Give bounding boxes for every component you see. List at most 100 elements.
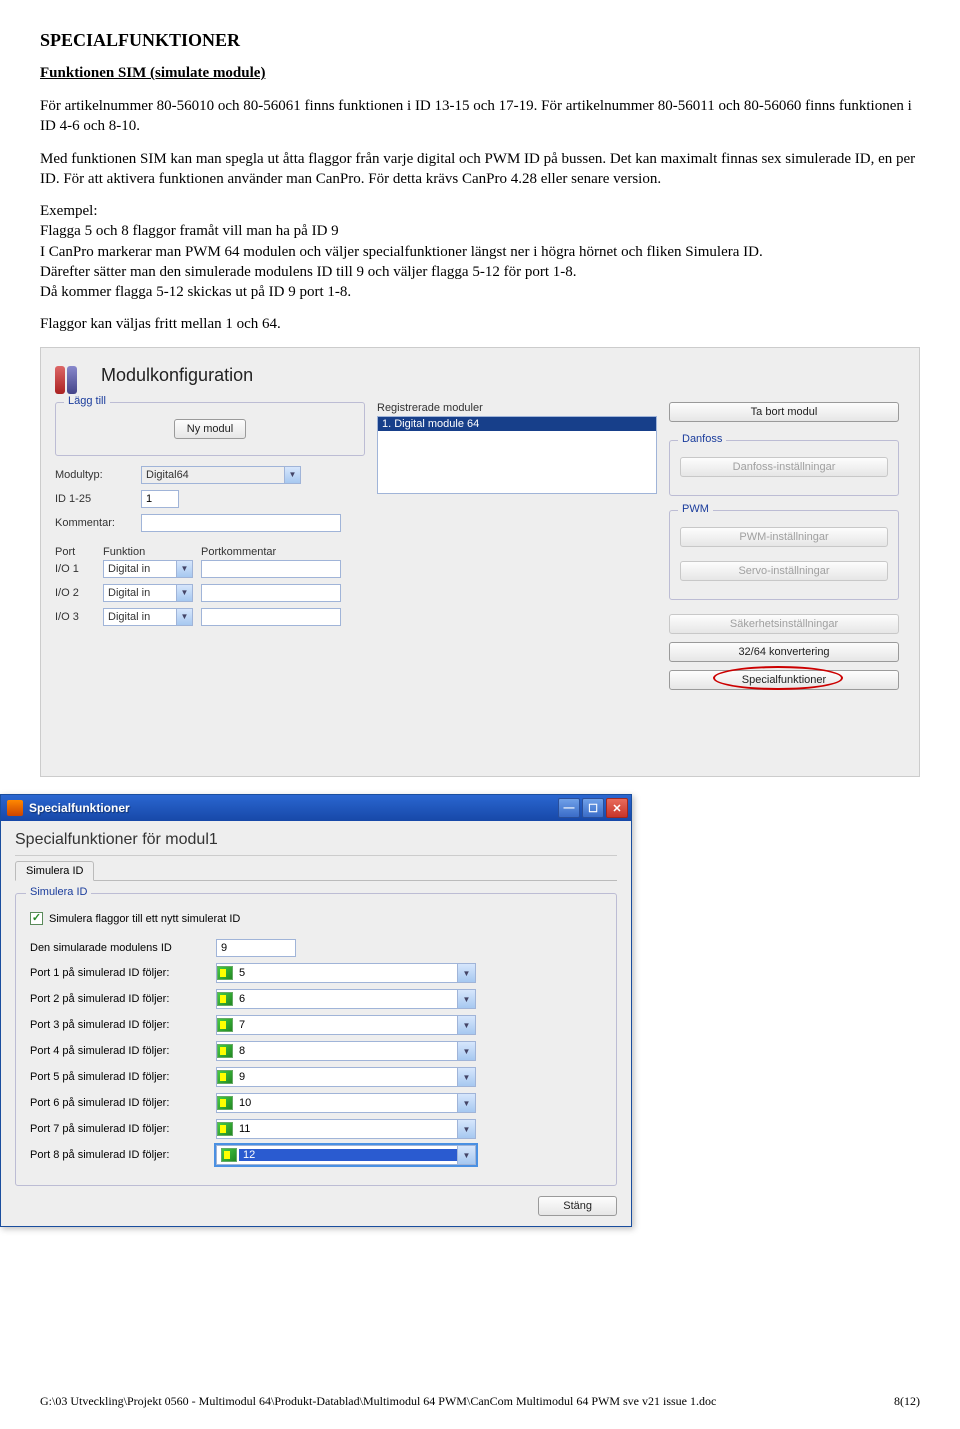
port-function-select[interactable]: Digital in▼ xyxy=(103,608,193,626)
port-follow-label: Port 7 på simulerad ID följer: xyxy=(30,1123,210,1135)
port-follow-select[interactable]: 7▼ xyxy=(216,1015,476,1035)
port-row: I/O 3Digital in▼ xyxy=(55,608,365,626)
port-follow-value: 5 xyxy=(235,967,457,979)
chevron-down-icon: ▼ xyxy=(176,609,192,625)
simulate-checkbox[interactable]: ✓ xyxy=(30,912,43,925)
flag-icon xyxy=(217,1044,233,1058)
footer-path: G:\03 Utveckling\Projekt 0560 - Multimod… xyxy=(40,1394,716,1409)
label-registered-modules: Registrerade moduler xyxy=(377,402,657,414)
document-body: SPECIALFUNKTIONER Funktionen SIM (simula… xyxy=(40,30,920,335)
port-follow-row: Port 2 på simulerad ID följer: 6▼ xyxy=(30,989,602,1009)
flag-icon xyxy=(221,1148,237,1162)
page-footer: G:\03 Utveckling\Projekt 0560 - Multimod… xyxy=(40,1394,920,1409)
chevron-down-icon: ▼ xyxy=(457,990,475,1008)
port-follow-select[interactable]: 12▼ xyxy=(216,1145,476,1165)
col-portkommentar: Portkommentar xyxy=(201,546,276,558)
port-follow-value: 11 xyxy=(235,1123,457,1135)
port-follow-row: Port 6 på simulerad ID följer: 10▼ xyxy=(30,1093,602,1113)
specialfunktioner-button[interactable]: Specialfunktioner xyxy=(669,670,899,690)
list-item[interactable]: 1. Digital module 64 xyxy=(378,417,656,431)
port-follow-row: Port 7 på simulerad ID följer: 11▼ xyxy=(30,1119,602,1139)
example-line-4: Då kommer flagga 5-12 skickas ut på ID 9… xyxy=(40,284,351,300)
module-id-input[interactable] xyxy=(141,490,179,508)
port-label: I/O 1 xyxy=(55,563,95,575)
port-row: I/O 2 Digital in ▼ xyxy=(55,584,365,602)
col-port: Port xyxy=(55,546,95,558)
port-label: I/O 2 xyxy=(55,587,95,599)
app-icon xyxy=(55,358,91,394)
paragraph-2: Med funktionen SIM kan man spegla ut ått… xyxy=(40,149,920,190)
port-follow-value: 7 xyxy=(235,1019,457,1031)
maximize-button[interactable]: ☐ xyxy=(582,798,604,818)
group-danfoss-legend: Danfoss xyxy=(678,433,726,445)
footer-page: 8(12) xyxy=(894,1394,920,1409)
conversion-button[interactable]: 32/64 konvertering xyxy=(669,642,899,662)
app-icon xyxy=(7,800,23,816)
port-follow-value: 9 xyxy=(235,1071,457,1083)
chevron-down-icon: ▼ xyxy=(457,1068,475,1086)
chevron-down-icon: ▼ xyxy=(176,561,192,577)
simulated-id-input[interactable] xyxy=(216,939,296,957)
paragraph-4: Flaggor kan väljas fritt mellan 1 och 64… xyxy=(40,314,920,334)
port-follow-row: Port 8 på simulerad ID följer:12▼ xyxy=(30,1145,602,1165)
port-function-value: Digital in xyxy=(108,587,150,599)
port-follow-label: Port 2 på simulerad ID följer: xyxy=(30,993,210,1005)
tab-simulera-id[interactable]: Simulera ID xyxy=(15,861,94,881)
group-simulera-legend: Simulera ID xyxy=(26,886,91,898)
paragraph-1: För artikelnummer 80-56010 och 80-56061 … xyxy=(40,96,920,137)
flag-icon xyxy=(217,1018,233,1032)
group-add-legend: Lägg till xyxy=(64,395,110,407)
port-follow-row: Port 3 på simulerad ID följer:7▼ xyxy=(30,1015,602,1035)
port-follow-select[interactable]: 11▼ xyxy=(216,1119,476,1139)
registered-modules-list[interactable]: 1. Digital module 64 xyxy=(377,416,657,494)
group-pwm: PWM PWM-inställningar Servo-inställninga… xyxy=(669,510,899,600)
chevron-down-icon: ▼ xyxy=(457,1016,475,1034)
flag-icon xyxy=(217,992,233,1006)
chevron-down-icon: ▼ xyxy=(457,1146,475,1164)
danfoss-settings-button: Danfoss-inställningar xyxy=(680,457,888,477)
chevron-down-icon: ▼ xyxy=(176,585,192,601)
subheading-sim: Funktionen SIM (simulate module) xyxy=(40,65,265,82)
dialog-titlebar[interactable]: Specialfunktioner — ☐ ✕ xyxy=(1,795,631,821)
new-module-button[interactable]: Ny modul xyxy=(174,419,246,439)
port-function-select[interactable]: Digital in ▼ xyxy=(103,584,193,602)
label-id: ID 1-25 xyxy=(55,493,133,505)
dialog-heading: Specialfunktioner för modul1 xyxy=(15,831,617,849)
heading-specialfunktioner: SPECIALFUNKTIONER xyxy=(40,30,920,51)
port-comment-input[interactable] xyxy=(201,608,341,626)
chevron-down-icon: ▼ xyxy=(457,1042,475,1060)
chevron-down-icon: ▼ xyxy=(457,1094,475,1112)
chevron-down-icon: ▼ xyxy=(457,1120,475,1138)
safety-settings-button: Säkerhetsinställningar xyxy=(669,614,899,634)
port-function-value: Digital in xyxy=(108,563,150,575)
close-dialog-button[interactable]: Stäng xyxy=(538,1196,617,1216)
port-follow-label: Port 6 på simulerad ID följer: xyxy=(30,1097,210,1109)
port-follow-select[interactable]: 9▼ xyxy=(216,1067,476,1087)
group-pwm-legend: PWM xyxy=(678,503,713,515)
col-funktion: Funktion xyxy=(103,546,193,558)
port-follow-value: 12 xyxy=(239,1149,457,1161)
port-follow-label: Port 4 på simulerad ID följer: xyxy=(30,1045,210,1057)
port-follow-select[interactable]: 5▼ xyxy=(216,963,476,983)
example-label: Exempel: xyxy=(40,203,97,219)
port-follow-select[interactable]: 10▼ xyxy=(216,1093,476,1113)
minimize-button[interactable]: — xyxy=(558,798,580,818)
port-follow-select[interactable]: 6▼ xyxy=(216,989,476,1009)
label-kommentar: Kommentar: xyxy=(55,517,133,529)
close-button[interactable]: ✕ xyxy=(606,798,628,818)
main-window: Modulkonfiguration Lägg till Ny modul Mo… xyxy=(40,347,920,777)
port-comment-input[interactable] xyxy=(201,560,341,578)
kommentar-input[interactable] xyxy=(141,514,341,532)
port-comment-input[interactable] xyxy=(201,584,341,602)
port-follow-row: Port 1 på simulerad ID följer:5▼ xyxy=(30,963,602,983)
remove-module-button[interactable]: Ta bort modul xyxy=(669,402,899,422)
chevron-down-icon: ▼ xyxy=(457,964,475,982)
pwm-settings-button: PWM-inställningar xyxy=(680,527,888,547)
tab-row: Simulera ID xyxy=(15,860,617,881)
specialfunktioner-dialog: Specialfunktioner — ☐ ✕ Specialfunktione… xyxy=(0,794,632,1227)
main-window-title: Modulkonfiguration xyxy=(101,365,253,386)
port-follow-select[interactable]: 8▼ xyxy=(216,1041,476,1061)
port-follow-row: Port 5 på simulerad ID följer:9▼ xyxy=(30,1067,602,1087)
example-line-3: Därefter sätter man den simulerade modul… xyxy=(40,264,576,280)
port-function-select[interactable]: Digital in ▼ xyxy=(103,560,193,578)
